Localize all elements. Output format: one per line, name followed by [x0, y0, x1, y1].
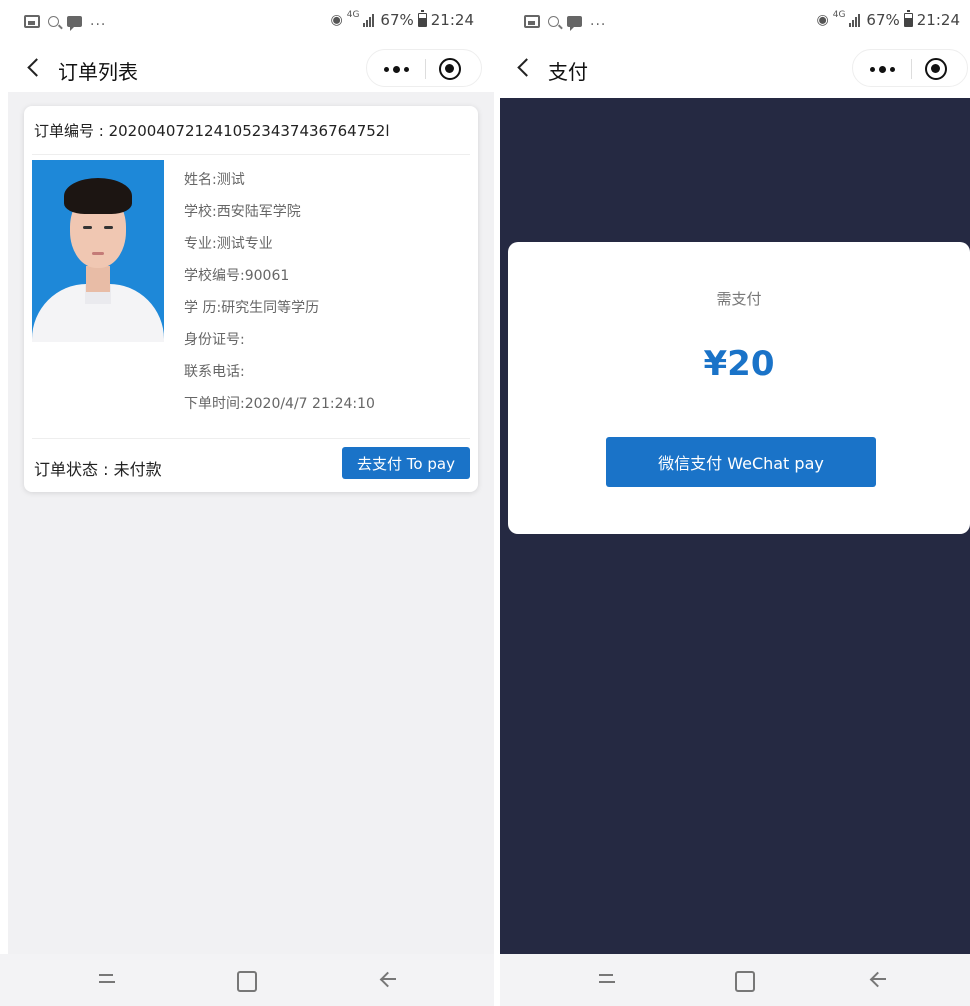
gallery-icon — [524, 14, 540, 28]
info-id-number: 身份证号: — [184, 332, 245, 348]
mini-program-capsule — [852, 49, 968, 87]
payment-screen: ... ◉ 4G 67% 21:24 支付 需支付 ¥20 微信支付 WeCha… — [500, 0, 970, 1006]
to-pay-button[interactable]: 去支付 To pay — [342, 447, 470, 479]
wifi-icon: ◉ — [330, 12, 343, 28]
info-major: 专业:测试专业 — [184, 236, 273, 252]
more-notifications: ... — [90, 13, 107, 29]
modal-overlay[interactable]: 需支付 ¥20 微信支付 WeChat pay — [500, 98, 970, 954]
gallery-icon — [24, 14, 40, 28]
message-icon — [567, 15, 582, 31]
system-back-icon[interactable] — [376, 968, 400, 992]
nav-bar: 订单列表 — [0, 46, 494, 92]
home-icon[interactable] — [234, 968, 258, 992]
status-bar: ... ◉ 4G 67% 21:24 — [0, 0, 494, 48]
system-nav-bar — [500, 954, 970, 1006]
order-info-list: 姓名:测试 学校:西安陆军学院 专业:测试专业 学校编号:90061 学 历:研… — [184, 164, 375, 420]
order-list-screen: ... ◉ 4G 67% 21:24 订单列表 订单编号 : 202004072… — [0, 0, 494, 1006]
payment-dialog: 需支付 ¥20 微信支付 WeChat pay — [508, 242, 970, 534]
battery-percent: 67% — [866, 11, 900, 29]
close-mini-program-icon[interactable] — [925, 58, 947, 80]
id-photo — [32, 160, 164, 342]
clock: 21:24 — [916, 11, 960, 29]
divider — [32, 154, 470, 155]
back-arrow-icon[interactable] — [24, 56, 48, 80]
more-icon[interactable] — [853, 50, 911, 88]
battery-icon — [903, 10, 913, 27]
more-icon[interactable] — [367, 50, 425, 88]
order-list[interactable]: 订单编号 : 20200407212410523437436764752l 姓名… — [8, 92, 494, 954]
close-mini-program-icon[interactable] — [439, 58, 461, 80]
network-type: 4G — [832, 10, 846, 20]
signal-icon — [363, 13, 375, 27]
recent-apps-icon[interactable] — [96, 968, 120, 992]
search-icon — [548, 15, 559, 27]
more-notifications: ... — [590, 13, 607, 29]
system-nav-bar — [0, 954, 494, 1006]
clock: 21:24 — [430, 11, 474, 29]
capsule-divider — [911, 59, 912, 79]
battery-percent: 67% — [380, 11, 414, 29]
info-name: 姓名:测试 — [184, 172, 245, 188]
need-pay-label: 需支付 — [716, 290, 762, 308]
info-school: 学校:西安陆军学院 — [184, 204, 301, 220]
status-bar: ... ◉ 4G 67% 21:24 — [500, 0, 970, 48]
system-back-icon[interactable] — [866, 968, 890, 992]
recent-apps-icon[interactable] — [596, 968, 620, 992]
order-card: 订单编号 : 20200407212410523437436764752l 姓名… — [24, 106, 478, 492]
info-phone: 联系电话: — [184, 364, 245, 380]
page-title: 支付 — [548, 60, 588, 84]
nav-bar: 支付 — [500, 46, 970, 92]
battery-icon — [417, 10, 427, 27]
payment-amount: ¥20 — [703, 344, 775, 384]
info-school-code: 学校编号:90061 — [184, 268, 290, 284]
order-status: 订单状态 : 未付款 — [34, 460, 162, 479]
network-type: 4G — [346, 10, 360, 20]
search-icon — [48, 15, 59, 27]
capsule-divider — [425, 59, 426, 79]
message-icon — [67, 15, 82, 31]
divider — [32, 438, 470, 439]
wifi-icon: ◉ — [816, 12, 829, 28]
mini-program-capsule — [366, 49, 482, 87]
info-order-time: 下单时间:2020/4/7 21:24:10 — [184, 396, 375, 412]
page-title: 订单列表 — [58, 60, 138, 84]
home-icon[interactable] — [732, 968, 756, 992]
signal-icon — [849, 13, 861, 27]
order-number: 订单编号 : 20200407212410523437436764752l — [34, 122, 390, 140]
back-arrow-icon[interactable] — [514, 56, 538, 80]
info-education: 学 历:研究生同等学历 — [184, 300, 320, 316]
wechat-pay-button[interactable]: 微信支付 WeChat pay — [606, 437, 876, 487]
